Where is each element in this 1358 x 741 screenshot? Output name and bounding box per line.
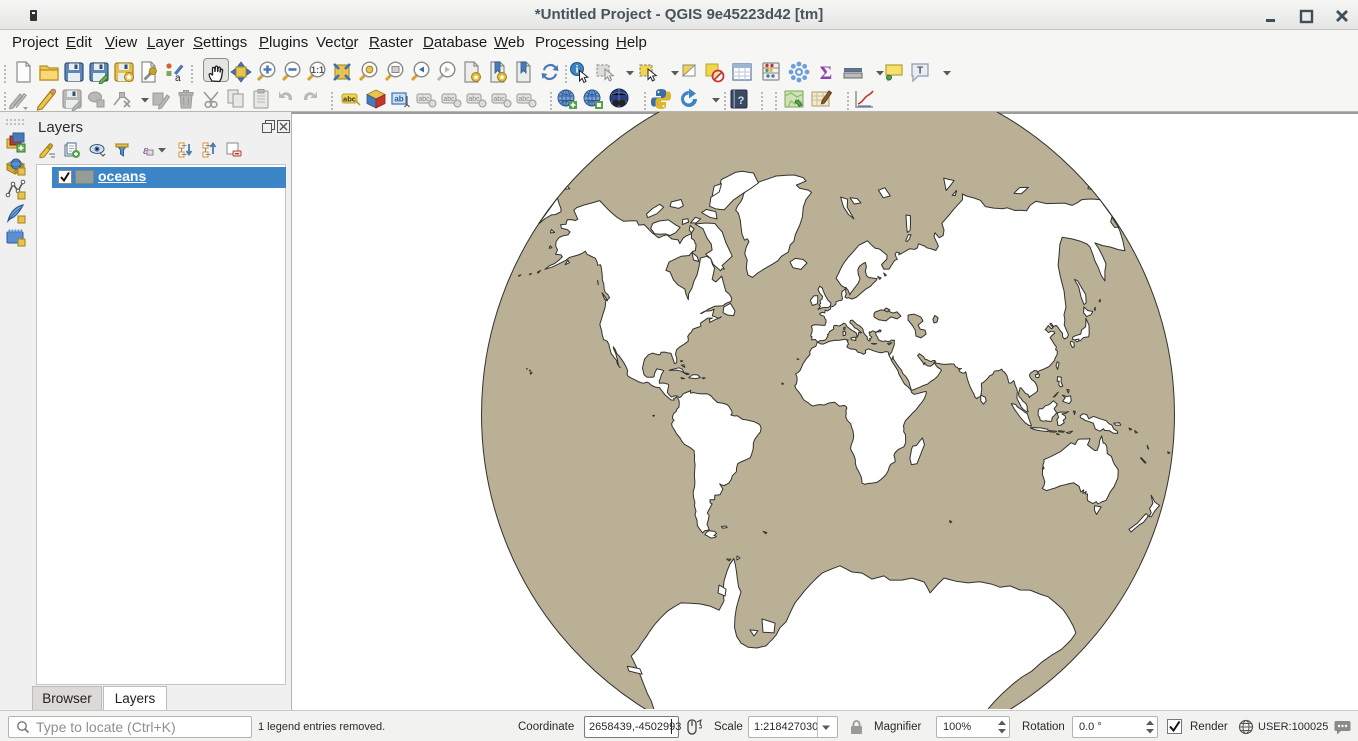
svg-text:abc: abc bbox=[443, 96, 455, 103]
svg-text:abc: abc bbox=[468, 96, 480, 103]
svg-text:ab: ab bbox=[394, 95, 403, 104]
svg-text:abc: abc bbox=[343, 95, 356, 104]
svg-text:abc: abc bbox=[518, 96, 530, 103]
svg-text:i: i bbox=[576, 65, 579, 76]
svg-text:a: a bbox=[175, 73, 181, 84]
svg-text:abc: abc bbox=[493, 96, 505, 103]
svg-text:T: T bbox=[917, 66, 923, 77]
svg-text:abc: abc bbox=[418, 96, 430, 103]
svg-text:1:1: 1:1 bbox=[311, 65, 324, 75]
svg-text:Σ: Σ bbox=[820, 63, 832, 84]
svg-text:?: ? bbox=[738, 95, 745, 107]
